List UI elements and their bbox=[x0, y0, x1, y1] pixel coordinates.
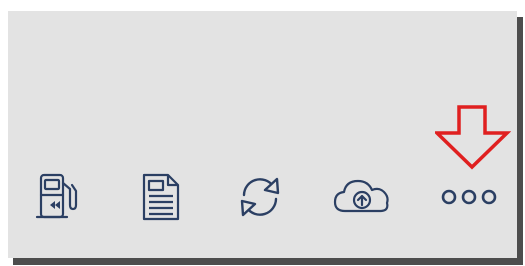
document-button[interactable] bbox=[128, 165, 192, 229]
fuel-history-button[interactable] bbox=[27, 165, 91, 229]
cloud-upload-icon bbox=[333, 179, 389, 213]
screenshot-stage bbox=[0, 0, 525, 266]
annotation-arrow bbox=[432, 105, 512, 176]
sync-icon bbox=[240, 177, 280, 217]
more-dots-icon bbox=[441, 189, 497, 205]
cloud-upload-button[interactable] bbox=[330, 165, 394, 229]
down-arrow-icon bbox=[432, 105, 512, 170]
sync-button[interactable] bbox=[228, 165, 292, 229]
document-icon bbox=[142, 173, 180, 221]
fuel-pump-rewind-icon bbox=[35, 173, 78, 219]
toolbar-panel bbox=[8, 11, 517, 258]
